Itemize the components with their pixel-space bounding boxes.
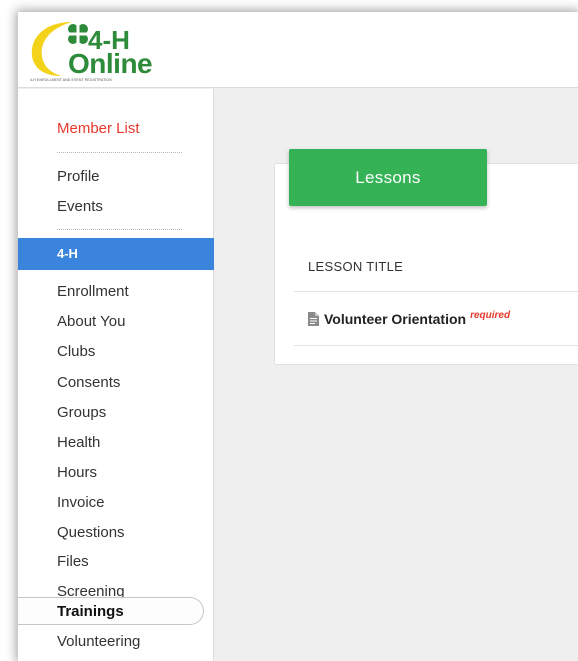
sidebar-item-profile[interactable]: Profile — [57, 168, 100, 186]
sidebar-item-trainings[interactable]: Trainings — [57, 603, 124, 621]
sidebar-divider — [57, 229, 182, 230]
sidebar-section-4h: 4-H — [18, 238, 214, 270]
sidebar-item-enrollment[interactable]: Enrollment — [57, 283, 129, 301]
app-window: 4-H Online 4-H ENROLLMENT AND EVENT REGI… — [18, 12, 578, 661]
logo-online-text: Online — [68, 48, 153, 79]
lessons-tab[interactable]: Lessons — [289, 149, 487, 206]
required-badge: required — [470, 309, 511, 321]
sidebar-item-files[interactable]: Files — [57, 553, 89, 571]
sidebar: Member List Profile Events 4-H Enrollmen… — [18, 89, 214, 661]
sidebar-item-member-list[interactable]: Member List — [57, 120, 140, 138]
sidebar-item-consents[interactable]: Consents — [57, 374, 120, 392]
document-icon — [308, 312, 319, 326]
sidebar-item-events[interactable]: Events — [57, 198, 103, 216]
sidebar-item-health[interactable]: Health — [57, 434, 100, 452]
top-bar: 4-H Online 4-H ENROLLMENT AND EVENT REGI… — [18, 12, 578, 88]
site-logo[interactable]: 4-H Online 4-H ENROLLMENT AND EVENT REGI… — [28, 16, 158, 84]
sidebar-divider — [57, 152, 182, 153]
logo-tagline: 4-H ENROLLMENT AND EVENT REGISTRATION — [30, 78, 112, 82]
sidebar-item-questions[interactable]: Questions — [57, 524, 125, 542]
lesson-title-link[interactable]: Volunteer Orientation — [324, 311, 466, 327]
table-row-divider — [294, 345, 578, 346]
sidebar-item-clubs[interactable]: Clubs — [57, 343, 95, 361]
sidebar-item-about-you[interactable]: About You — [57, 313, 125, 331]
column-header-lesson-title[interactable]: LESSON TITLE — [308, 259, 403, 274]
sidebar-item-volunteering[interactable]: Volunteering — [57, 633, 140, 651]
table-row[interactable]: Volunteer Orientation required — [308, 310, 510, 328]
sidebar-item-hours[interactable]: Hours — [57, 464, 97, 482]
sidebar-item-invoice[interactable]: Invoice — [57, 494, 105, 512]
table-header-divider — [294, 291, 578, 292]
sidebar-section-label: 4-H — [57, 246, 78, 261]
sidebar-item-groups[interactable]: Groups — [57, 404, 106, 422]
